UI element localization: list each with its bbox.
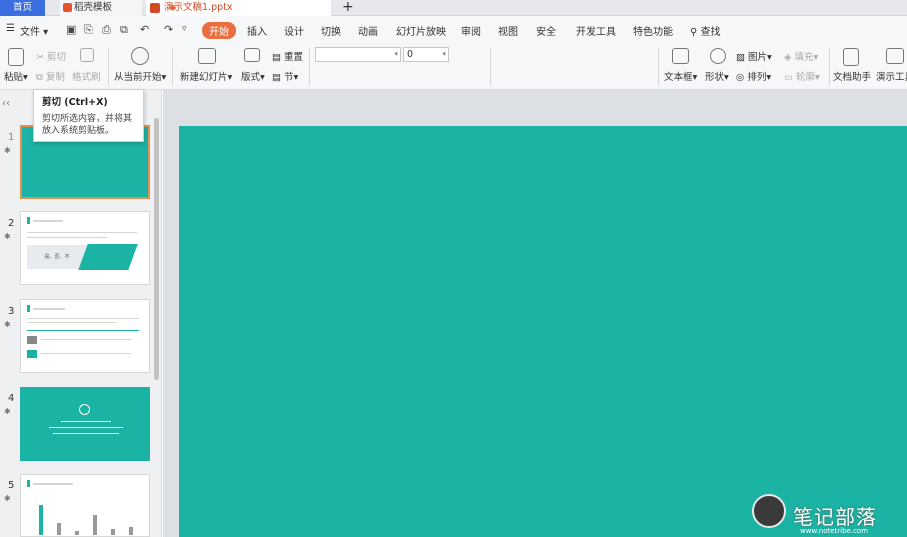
slide-thumbnail-5[interactable] — [20, 474, 150, 537]
quick-access-more-icon[interactable]: ▿ — [182, 24, 187, 34]
watermark-logo-icon — [752, 494, 786, 528]
picture-button[interactable]: ▨ 图片▾ — [736, 49, 772, 63]
fill-button[interactable]: ◈ 填充▾ — [784, 49, 818, 63]
menu-security[interactable]: 安全 — [536, 23, 556, 38]
section-button[interactable]: ▤ 节▾ — [272, 69, 298, 83]
format-painter-icon — [80, 48, 94, 62]
slide-thumbnail-2[interactable]: 是、否、不 — [20, 211, 150, 285]
animation-star-icon: ✱ — [4, 407, 11, 416]
paste-button[interactable]: 粘贴▾ — [4, 69, 28, 83]
tab-home[interactable]: 首页 — [0, 0, 45, 16]
animation-star-icon: ✱ — [4, 494, 11, 503]
text-box-button[interactable]: 文本框▾ — [664, 69, 697, 83]
watermark-url: www.notetribe.com — [800, 527, 868, 535]
slide-number: 5 — [8, 480, 14, 491]
menu-review[interactable]: 审阅 — [461, 23, 481, 38]
font-name-select[interactable]: ▾ — [315, 47, 401, 62]
slide-number: 3 — [8, 306, 14, 317]
animation-star-icon: ✱ — [4, 320, 11, 329]
docer-icon — [63, 3, 72, 12]
tooltip-text: 剪切所选内容，并将其放入系统剪贴板。 — [42, 113, 135, 137]
doc-assistant-icon — [843, 48, 859, 66]
presenter-tools-icon — [886, 48, 904, 64]
presentation-file-icon — [150, 3, 160, 13]
presenter-tools-button[interactable]: 演示工具 — [876, 69, 907, 83]
new-tab-button[interactable]: + — [342, 0, 354, 15]
collapse-panel-icon[interactable]: ‹‹ — [2, 98, 10, 109]
slide-thumbnail-panel[interactable]: ‹‹ 1 ✱ 2 ✱ 是、否、不 3 ✱ 4 ✱ 5 ✱ — [0, 90, 162, 537]
title-tab-bar: 首页 稻壳模板 演示文稿1.pptx + — [0, 0, 907, 16]
thumbnail-scrollbar[interactable] — [154, 118, 159, 380]
hamburger-icon[interactable]: ☰ — [6, 23, 15, 34]
cut-button[interactable]: ✂ 剪切 — [36, 49, 66, 63]
save-as-icon[interactable]: ⎘ — [84, 23, 93, 37]
tab-docer-templates[interactable]: 稻壳模板 — [60, 0, 142, 16]
play-icon — [131, 47, 149, 65]
tooltip-title: 剪切 (Ctrl+X) — [42, 94, 135, 108]
tab-docer-label: 稻壳模板 — [74, 2, 112, 13]
slide-number: 2 — [8, 218, 14, 229]
new-slide-icon — [198, 48, 216, 64]
paste-icon[interactable] — [8, 48, 24, 66]
from-current-button[interactable]: 从当前开始▾ — [114, 69, 166, 83]
slide-2-label: 是、否、不 — [27, 245, 87, 269]
search-icon: ⚲ — [690, 27, 697, 38]
menu-view[interactable]: 视图 — [498, 23, 518, 38]
format-painter-button[interactable]: 格式刷 — [72, 69, 101, 83]
ribbon-toolbar: 粘贴▾ ✂ 剪切 ⧉ 复制 格式刷 从当前开始▾ 新建幻灯片▾ 版式▾ ▤ 重置… — [0, 44, 907, 90]
font-size-select[interactable]: 0▾ — [403, 47, 449, 62]
text-box-icon — [672, 48, 689, 64]
menu-bar: ☰ 文件 ▾ ▣ ⎘ ⎙ ⧉ ↶ ↷ ▿ 开始 插入 设计 切换 动画 幻灯片放… — [0, 16, 907, 44]
unsaved-dot-icon — [170, 5, 175, 10]
menu-animations[interactable]: 动画 — [358, 23, 378, 38]
menu-file[interactable]: 文件 ▾ — [20, 23, 48, 38]
print-preview-icon[interactable]: ⧉ — [120, 23, 128, 37]
animation-star-icon: ✱ — [4, 146, 11, 155]
layout-button[interactable]: 版式▾ — [241, 69, 265, 83]
layout-icon — [244, 48, 260, 62]
menu-special-features[interactable]: 特色功能 — [633, 23, 673, 38]
menu-slide-show[interactable]: 幻灯片放映 — [396, 23, 446, 38]
menu-developer[interactable]: 开发工具 — [576, 23, 616, 38]
search-button[interactable]: ⚲ 查找 — [690, 23, 721, 38]
reset-button[interactable]: ▤ 重置 — [272, 49, 303, 63]
menu-design[interactable]: 设计 — [284, 23, 304, 38]
shape-button[interactable]: 形状▾ — [705, 69, 729, 83]
save-icon[interactable]: ▣ — [66, 23, 76, 36]
menu-transitions[interactable]: 切换 — [321, 23, 341, 38]
arrange-button[interactable]: ◎ 排列▾ — [736, 69, 771, 83]
shape-icon — [710, 48, 726, 64]
slide-editing-area[interactable] — [163, 90, 907, 537]
current-slide[interactable] — [179, 126, 907, 537]
redo-icon[interactable]: ↷ — [164, 23, 173, 36]
new-slide-button[interactable]: 新建幻灯片▾ — [180, 69, 232, 83]
copy-button[interactable]: ⧉ 复制 — [36, 69, 65, 83]
slide-thumbnail-4[interactable] — [20, 387, 150, 461]
doc-assistant-button[interactable]: 文档助手 — [833, 69, 871, 83]
outline-button[interactable]: ▭ 轮廓▾ — [784, 69, 820, 83]
slide-number: 1 — [8, 132, 14, 143]
search-label: 查找 — [701, 27, 721, 38]
slide-number: 4 — [8, 393, 14, 404]
menu-insert[interactable]: 插入 — [247, 23, 267, 38]
undo-icon[interactable]: ↶ — [140, 23, 149, 36]
watermark-name: 笔记部落 — [793, 501, 877, 530]
animation-star-icon: ✱ — [4, 232, 11, 241]
print-icon[interactable]: ⎙ — [102, 23, 111, 37]
menu-home[interactable]: 开始 — [202, 22, 236, 39]
slide-thumbnail-3[interactable] — [20, 299, 150, 373]
cut-tooltip: 剪切 (Ctrl+X) 剪切所选内容，并将其放入系统剪贴板。 — [33, 89, 144, 142]
